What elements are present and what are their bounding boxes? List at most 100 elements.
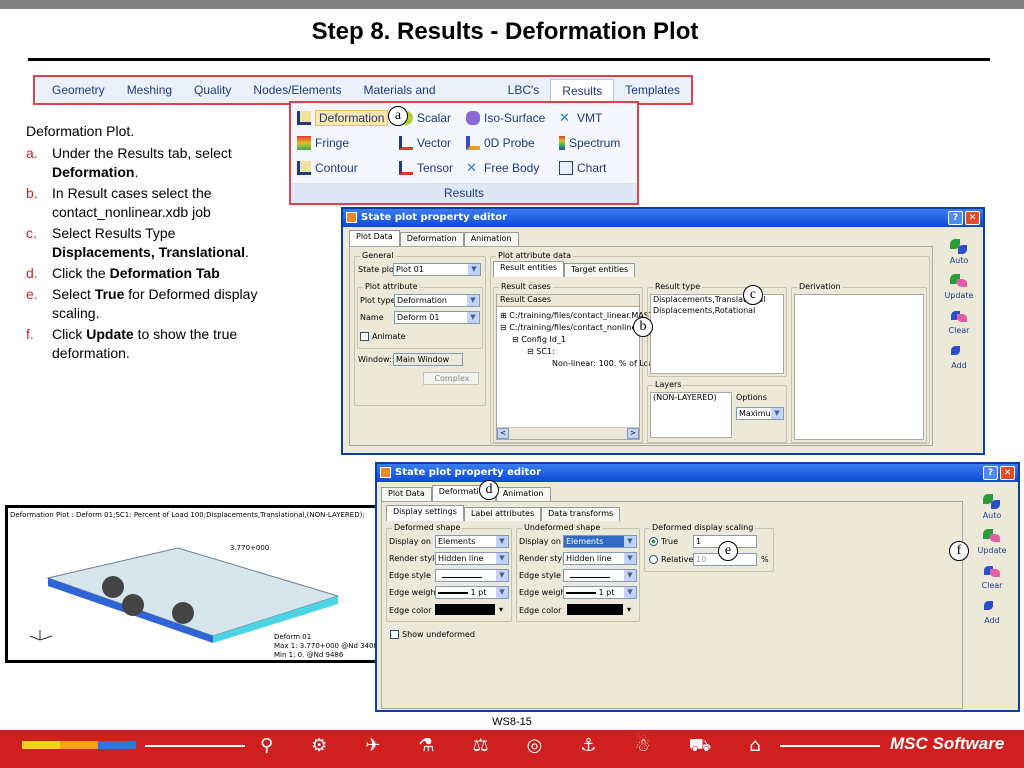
tab-templates[interactable]: Templates — [614, 79, 691, 101]
close-button[interactable]: ✕ — [965, 211, 980, 225]
auto-icon — [948, 237, 970, 255]
iso-surface-tool[interactable]: Iso-Surface — [466, 109, 545, 127]
result-cases-group: Result cases Result Cases ⊞ C:/training/… — [493, 282, 656, 443]
tab-plot-data[interactable]: Plot Data — [349, 230, 400, 246]
undeformed-render-style[interactable]: Hidden line ▼ — [563, 552, 637, 565]
result-type-translational[interactable]: Displacements,Translational — [651, 295, 783, 306]
dialog-title-bar[interactable]: State plot property editor ? ✕ — [343, 209, 983, 227]
step-b: b. In Result cases select the contact_non… — [26, 185, 212, 220]
undeformed-edge-weight[interactable]: 1 pt ▼ — [563, 586, 637, 599]
animate-checkbox[interactable]: Animate — [360, 332, 406, 341]
chart-tool[interactable]: Chart — [559, 159, 606, 177]
tree-item-config[interactable]: ⊟ Config Id_1 — [512, 335, 566, 344]
help-button-2[interactable]: ? — [983, 466, 998, 480]
add-button[interactable]: Add — [939, 342, 979, 370]
fringe-tool[interactable]: Fringe — [297, 134, 349, 152]
undeformed-edge-color[interactable] — [567, 604, 623, 615]
deformation-icon — [297, 111, 311, 125]
yellow-block — [22, 741, 60, 749]
tab-animation[interactable]: Animation — [463, 232, 519, 246]
horizontal-scrollbar[interactable]: < > — [497, 427, 639, 439]
step-f: f. Click Update to show the true deformat… — [26, 326, 238, 361]
clear-icon-2 — [981, 562, 1003, 580]
dialog2-title-bar[interactable]: State plot property editor ? ✕ — [377, 464, 1018, 482]
tree-item-linear[interactable]: ⊞ C:/training/files/contact_linear.MAST — [500, 311, 654, 320]
layers-list[interactable]: (NON-LAYERED) — [650, 392, 732, 438]
tree-item-sc1[interactable]: ⊟ SC1: — [527, 347, 555, 356]
tab-display-settings[interactable]: Display settings — [386, 505, 464, 521]
step-e: e. Select True for Deformed display scali… — [26, 286, 258, 321]
clear-button[interactable]: Clear — [939, 307, 979, 335]
update-icon — [948, 272, 970, 290]
tab-nodes-elements[interactable]: Nodes/Elements — [242, 79, 352, 101]
complex-button[interactable]: Complex — [423, 372, 479, 385]
plot-legend: Deform 01 Max 1: 3.770+000 @Nd 3408 Min 1:… — [274, 633, 378, 659]
industry-icons: ⚲⚙✈⚗⚖◎⚓☃⛟⌂ — [260, 735, 799, 756]
name-select[interactable]: Deform 01 ▼ — [394, 311, 480, 324]
result-type-group: Result type Displacements,Translational … — [647, 282, 787, 377]
tensor-icon — [399, 161, 413, 175]
undeformed-edge-style[interactable]: ▼ — [563, 569, 637, 582]
derivation-list[interactable] — [794, 294, 924, 440]
iso-surface-icon — [466, 111, 480, 125]
state-plot-editor-dialog-2: State plot property editor ? ✕ Plot Data … — [375, 462, 1020, 712]
clear-button-2[interactable]: Clear — [971, 562, 1013, 590]
tab-target-entities[interactable]: Target entities — [564, 263, 636, 277]
window-field: Main Window — [393, 353, 463, 366]
deformed-render-style[interactable]: Hidden line ▼ — [435, 552, 509, 565]
tree-item-load[interactable]: Non-linear: 100. % of Loa — [552, 359, 653, 368]
deformed-shape-group: Deformed shape Display on Elements ▼ Rende… — [386, 523, 512, 622]
relative-radio[interactable]: Relative — [649, 555, 693, 564]
result-cases-tree[interactable]: Result Cases ⊞ C:/training/files/contact… — [496, 294, 656, 440]
deformed-edge-color[interactable] — [435, 604, 495, 615]
page-number: WS8-15 — [492, 716, 532, 728]
vmt-tool[interactable]: ✕ VMT — [559, 109, 602, 127]
help-button[interactable]: ? — [948, 211, 963, 225]
update-button-2[interactable]: Update — [971, 527, 1013, 555]
vector-tool[interactable]: Vector — [399, 134, 451, 152]
contour-icon — [297, 161, 311, 175]
close-button-2[interactable]: ✕ — [1000, 466, 1015, 480]
deformation-tool[interactable]: Deformation — [297, 109, 389, 127]
tab2-animation[interactable]: Animation — [495, 487, 551, 501]
update-button[interactable]: Update — [939, 272, 979, 300]
vector-icon — [399, 136, 413, 150]
step-a: a. Under the Results tab, select Deformat… — [26, 145, 232, 180]
tab2-plot-data[interactable]: Plot Data — [381, 487, 432, 501]
auto-icon-2 — [981, 492, 1003, 510]
tensor-tool[interactable]: Tensor — [399, 159, 453, 177]
tab-meshing[interactable]: Meshing — [116, 79, 183, 101]
true-radio[interactable]: True — [649, 537, 678, 546]
tab-label-attributes[interactable]: Label attributes — [463, 507, 542, 521]
deformed-display-on[interactable]: Elements ▼ — [435, 535, 509, 548]
deformation-plot-view[interactable]: Deformation Plot : Deform 01;SC1: Percen… — [5, 505, 378, 663]
deformed-edge-style[interactable]: ▼ — [435, 569, 509, 582]
tab-data-transforms[interactable]: Data transforms — [541, 507, 621, 521]
plot-type-select[interactable]: Deformation ▼ — [394, 294, 480, 307]
auto-button[interactable]: Auto — [939, 237, 979, 265]
tab-lbcs[interactable]: LBC's — [497, 79, 551, 101]
footer-line — [145, 745, 245, 747]
auto-button-2[interactable]: Auto — [971, 492, 1013, 520]
slide-title: Step 8. Results - Deformation Plot — [311, 18, 699, 45]
contour-tool[interactable]: Contour — [297, 159, 358, 177]
0d-probe-tool[interactable]: 0D Probe — [466, 134, 535, 152]
tab-materials[interactable]: Materials and Properties — [352, 79, 496, 119]
tab-result-entities[interactable]: Result entities — [493, 261, 565, 277]
spectrum-tool[interactable]: Spectrum — [559, 134, 620, 152]
deformed-edge-weight[interactable]: 1 pt ▼ — [435, 586, 509, 599]
result-type-list[interactable]: Displacements,Translational Displacement… — [650, 294, 784, 374]
tab-results[interactable]: Results — [550, 79, 615, 101]
callout-f: f — [949, 541, 969, 561]
callout-d: d — [479, 480, 499, 500]
show-undeformed-checkbox[interactable]: Show undeformed — [390, 630, 475, 639]
undeformed-display-on[interactable]: Elements ▼ — [563, 535, 637, 548]
tab-quality[interactable]: Quality — [183, 79, 242, 101]
options-select[interactable]: Maximum ▼ — [736, 407, 784, 420]
add-button-2[interactable]: Add — [971, 597, 1013, 625]
free-body-tool[interactable]: ✕ Free Body — [466, 159, 539, 177]
tab-deformation[interactable]: Deformation — [399, 232, 464, 246]
state-plot-select[interactable]: Plot 01 ▼ — [393, 263, 481, 276]
tab-geometry[interactable]: Geometry — [41, 79, 116, 101]
result-type-rotational[interactable]: Displacements,Rotational — [651, 306, 783, 317]
